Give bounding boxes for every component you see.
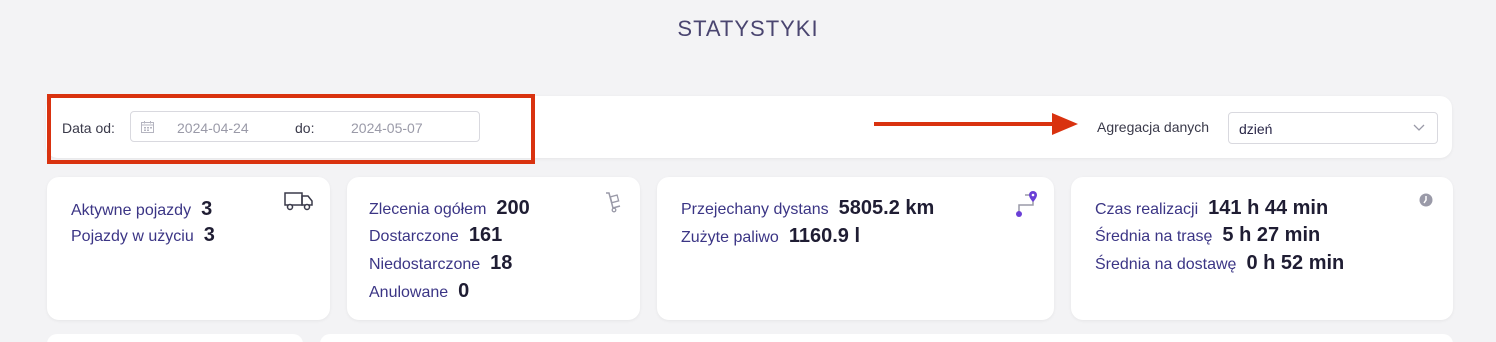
aggregation-label: Agregacja danych	[1097, 119, 1210, 135]
stat-label: Anulowane	[369, 284, 449, 301]
stat-value: 5 h 27 min	[1222, 224, 1321, 246]
stat-row-distance: Przejechany dystans 5805.2 km	[681, 197, 934, 220]
stat-label: Zużyte paliwo	[681, 229, 779, 246]
stat-value: 5805.2 km	[838, 197, 935, 219]
stat-label: Pojazdy w użyciu	[71, 228, 194, 245]
clock-icon	[1419, 193, 1433, 207]
page-title: STATYSTYKI	[677, 16, 819, 41]
stat-row-avg-per-delivery: Średnia na dostawę 0 h 52 min	[1095, 252, 1344, 275]
stat-value: 0	[458, 280, 470, 302]
stat-row-avg-per-route: Średnia na trasę 5 h 27 min	[1095, 224, 1320, 247]
distance-card: Przejechany dystans 5805.2 km Zużyte pali…	[657, 177, 1054, 320]
route-icon	[1016, 191, 1037, 217]
stat-row-delivered: Dostarczone 161	[369, 224, 502, 247]
stat-label: Aktywne pojazdy	[71, 202, 192, 219]
stat-value: 161	[468, 224, 503, 246]
vehicles-card: Aktywne pojazdy 3 Pojazdy w użyciu 3	[47, 177, 330, 320]
stat-value: 1160.9 l	[788, 225, 861, 247]
stat-label: Czas realizacji	[1095, 201, 1199, 218]
stat-label: Średnia na trasę	[1095, 228, 1213, 245]
stat-row-fuel: Zużyte paliwo 1160.9 l	[681, 225, 860, 248]
stat-row-undelivered: Niedostarczone 18	[369, 252, 512, 275]
stat-label: Niedostarczone	[369, 256, 481, 273]
stat-label: Zlecenia ogółem	[369, 201, 487, 218]
annotation-highlight-box	[47, 94, 535, 164]
stat-value: 18	[490, 252, 513, 274]
time-card: Czas realizacji 141 h 44 min Średnia na t…	[1071, 177, 1453, 320]
stat-value: 141 h 44 min	[1208, 197, 1329, 219]
stat-label: Przejechany dystans	[681, 201, 829, 218]
annotation-arrow-icon	[874, 113, 1078, 135]
stat-value: 0 h 52 min	[1246, 252, 1345, 274]
bottom-card-right	[320, 334, 1453, 342]
stat-row-active-vehicles: Aktywne pojazdy 3	[71, 198, 212, 221]
stat-row-orders-total: Zlecenia ogółem 200	[369, 197, 530, 220]
stat-row-vehicles-in-use: Pojazdy w użyciu 3	[71, 224, 215, 247]
stat-row-completion-time: Czas realizacji 141 h 44 min	[1095, 197, 1328, 220]
hand-truck-icon	[606, 192, 621, 213]
stat-value: 200	[496, 197, 530, 219]
stat-value: 3	[201, 198, 213, 220]
stat-label: Dostarczone	[369, 228, 459, 245]
aggregation-selected-value: dzień	[1239, 121, 1273, 137]
truck-icon	[284, 192, 313, 211]
chevron-down-icon	[1413, 124, 1425, 131]
stat-row-cancelled: Anulowane 0	[369, 280, 469, 303]
orders-card: Zlecenia ogółem 200 Dostarczone 161 Niedos…	[347, 177, 640, 320]
stat-value: 3	[203, 224, 215, 246]
aggregation-select[interactable]: dzień	[1228, 112, 1438, 144]
stat-label: Średnia na dostawę	[1095, 256, 1237, 273]
bottom-card-left	[47, 334, 303, 342]
